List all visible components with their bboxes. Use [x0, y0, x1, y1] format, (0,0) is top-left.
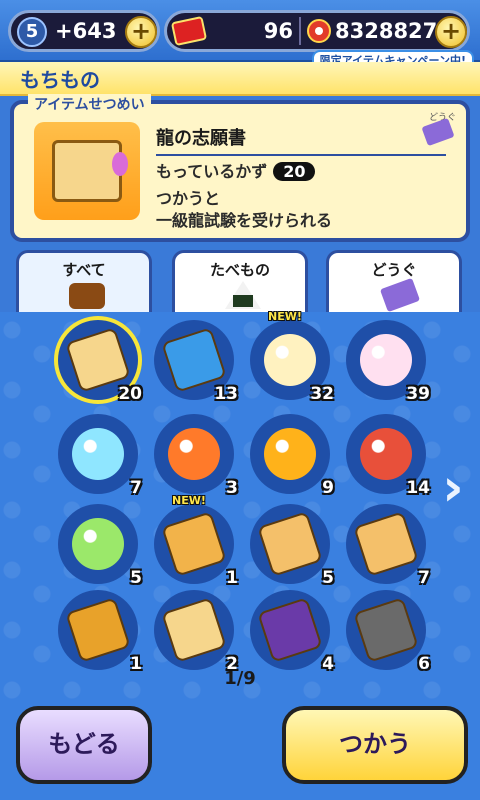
- item-description: つかうと 一級龍試験を受けられる: [156, 189, 333, 230]
- item-detail-panel: アイテムせつめい 龍の志願書 どうぐ もっているかず 20 つかうと 一級龍試験を…: [10, 94, 470, 242]
- level-badge: 5: [17, 17, 47, 47]
- item-quantity: 13: [214, 384, 238, 404]
- item-quantity: 5: [130, 568, 142, 588]
- onigiri-icon: [225, 281, 261, 309]
- add-coins-button[interactable]: +: [435, 16, 467, 48]
- item-slot[interactable]: 6: [346, 590, 430, 674]
- tab-label: どうぐ: [371, 261, 417, 279]
- add-money-button[interactable]: +: [125, 16, 157, 48]
- currency-pill: 96 8328827 +: [164, 10, 470, 52]
- item-slot[interactable]: 9: [250, 414, 334, 498]
- count-badge: 20: [273, 162, 316, 181]
- item-slot[interactable]: 20: [58, 320, 142, 404]
- item-slot[interactable]: 39: [346, 320, 430, 404]
- item-quantity: 39: [406, 384, 430, 404]
- next-page-arrow[interactable]: ›: [438, 460, 468, 520]
- item-slot[interactable]: NEW! 32: [250, 310, 334, 404]
- new-badge: NEW!: [172, 494, 206, 507]
- coin-icon: [307, 19, 331, 43]
- item-slot[interactable]: 7: [346, 504, 430, 588]
- page-title: もちもの: [20, 68, 100, 92]
- item-quantity: 9: [322, 478, 334, 498]
- money-pill: 5 +643 +: [8, 10, 160, 52]
- orb-icon: [168, 428, 220, 480]
- item-slot[interactable]: 4: [250, 590, 334, 674]
- item-slot[interactable]: 1: [58, 590, 142, 674]
- item-quantity: 7: [130, 478, 142, 498]
- orb-stand-icon: [72, 518, 124, 570]
- tab-tools[interactable]: どうぐ: [326, 250, 462, 313]
- page-indicator: 1/9: [224, 668, 256, 689]
- count-label: もっているかず: [156, 162, 268, 181]
- money-amount: +643: [55, 19, 117, 43]
- tab-label: すべて: [62, 261, 106, 279]
- item-slot[interactable]: 3: [154, 414, 238, 498]
- item-slot[interactable]: 13: [154, 320, 238, 404]
- item-quantity: 7: [418, 568, 430, 588]
- orb-stand-icon: [360, 428, 412, 480]
- divider: [299, 17, 301, 45]
- tab-food[interactable]: たべもの: [172, 250, 308, 312]
- orb-icon: [360, 334, 412, 386]
- ticket-count: 96: [263, 19, 293, 43]
- item-quantity: 14: [406, 478, 430, 498]
- item-slot[interactable]: 14: [346, 414, 430, 498]
- item-image: [34, 122, 140, 220]
- bottom-bar: もどる つかう: [0, 700, 480, 800]
- spirit-flame-icon: [112, 152, 128, 176]
- count-line: もっているかず 20: [156, 158, 316, 182]
- item-slot[interactable]: 7: [58, 414, 142, 498]
- dragon-scroll-icon: [52, 140, 122, 202]
- bag-icon: [69, 283, 105, 309]
- item-slot[interactable]: 5: [250, 504, 334, 588]
- item-slot[interactable]: NEW! 1: [154, 494, 238, 588]
- ticket-icon: [379, 277, 421, 313]
- header-strip: もちもの: [0, 62, 480, 96]
- detail-label: アイテムせつめい: [28, 94, 151, 114]
- item-quantity: 20: [118, 384, 142, 404]
- use-button[interactable]: つかう: [282, 706, 468, 784]
- item-quantity: 1: [226, 568, 238, 588]
- item-quantity: 3: [226, 478, 238, 498]
- tab-label: たべもの: [209, 261, 270, 279]
- item-name: 龍の志願書: [156, 124, 446, 156]
- ticket-icon: [170, 15, 208, 47]
- new-badge: NEW!: [268, 310, 302, 323]
- ticket-icon: [421, 117, 455, 147]
- orb-icon: [72, 428, 124, 480]
- item-slot[interactable]: 5: [58, 504, 142, 588]
- flame-icon: [264, 428, 316, 480]
- tab-all[interactable]: すべて: [16, 250, 152, 316]
- back-button[interactable]: もどる: [16, 706, 152, 784]
- item-slot[interactable]: 2: [154, 590, 238, 674]
- coin-count: 8328827: [335, 19, 438, 43]
- orb-icon: [264, 334, 316, 386]
- top-bar: 5 +643 + 96 8328827 + 限定アイテムキャンペーン中!: [0, 0, 480, 70]
- item-quantity: 32: [310, 384, 334, 404]
- item-quantity: 5: [322, 568, 334, 588]
